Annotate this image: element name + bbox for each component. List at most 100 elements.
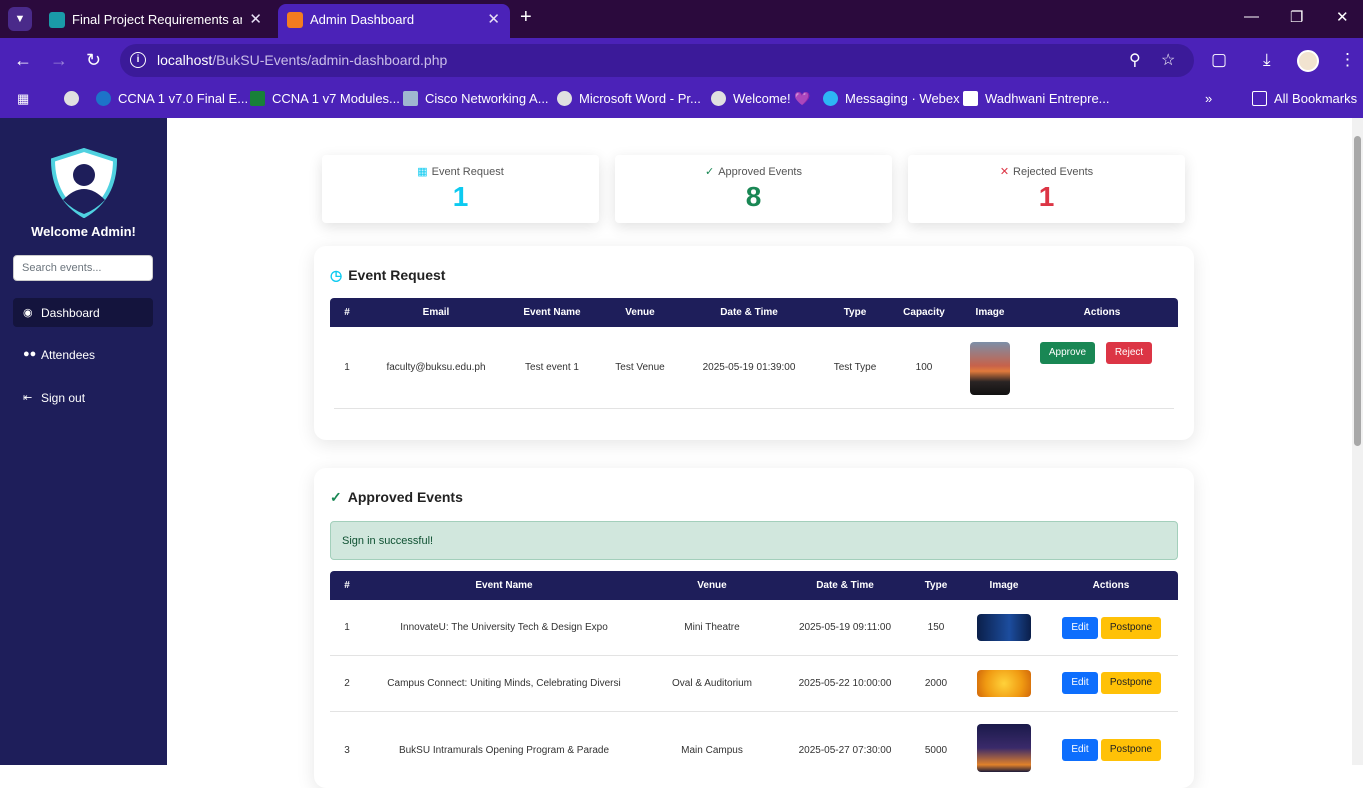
- cell-datetime: 2025-05-27 07:30:00: [798, 745, 892, 756]
- bookmark-item[interactable]: CCNA 1 v7 Modules...: [250, 91, 400, 106]
- cell-capacity: 100: [915, 362, 933, 373]
- extensions-icon[interactable]: ▢: [1211, 50, 1227, 70]
- back-icon[interactable]: ←: [14, 50, 32, 71]
- scrollbar-thumb[interactable]: [1354, 136, 1361, 446]
- col-header: Image: [975, 307, 1005, 318]
- col-header: Event Name: [475, 580, 533, 591]
- row-divider: [330, 655, 1178, 656]
- tab-final-project[interactable]: Final Project Requirements and ✕: [40, 4, 272, 38]
- postpone-button[interactable]: Postpone: [1101, 672, 1161, 694]
- approved-events-card: ✓ Approved Events Sign in successful! # E…: [314, 468, 1194, 788]
- url-text[interactable]: localhost/BukSU-Events/admin-dashboard.p…: [157, 52, 447, 68]
- col-header: Venue: [625, 307, 655, 318]
- stat-approved-events: ✓ Approved Events 8: [615, 155, 892, 223]
- apps-grid-icon[interactable]: ▦: [17, 91, 29, 107]
- globe-icon[interactable]: [64, 91, 86, 106]
- col-header: Venue: [697, 580, 727, 591]
- admin-shield-avatar-icon: [50, 148, 118, 218]
- chevron-right-icon[interactable]: »: [1205, 91, 1212, 106]
- event-image-thumbnail[interactable]: [977, 614, 1031, 641]
- bookmark-item[interactable]: Welcome! 💜: [711, 91, 810, 107]
- profile-avatar[interactable]: [1297, 50, 1319, 72]
- sidebar-item-label: Sign out: [41, 391, 86, 405]
- col-header: Event Name: [523, 307, 581, 318]
- globe-icon: [557, 91, 572, 106]
- close-tab-icon[interactable]: ✕: [249, 10, 262, 28]
- col-header: Type: [924, 580, 948, 591]
- search-input[interactable]: [13, 255, 153, 281]
- netacad-icon: [250, 91, 265, 106]
- download-icon[interactable]: ⤓: [1263, 50, 1271, 70]
- approved-events-title: ✓ Approved Events: [330, 489, 463, 505]
- menu-dots-icon[interactable]: ⋮: [1339, 50, 1356, 70]
- cell-venue: Oval & Auditorium: [671, 678, 753, 689]
- event-image-thumbnail[interactable]: [970, 342, 1010, 395]
- col-header: Actions: [1083, 307, 1121, 318]
- close-tab-icon[interactable]: ✕: [487, 10, 500, 28]
- tab-search-button[interactable]: ▼: [8, 7, 32, 31]
- bookmark-item[interactable]: CCNA 1 v7.0 Final E...: [96, 91, 248, 106]
- stat-value: 8: [745, 181, 762, 212]
- bookmark-item[interactable]: Wadhwani Entrepre...: [963, 91, 1110, 106]
- new-tab-button[interactable]: +: [520, 6, 532, 29]
- alert-text: Sign in successful!: [342, 535, 434, 547]
- stat-label: Approved Events: [718, 166, 802, 178]
- event-request-table-header: # Email Event Name Venue Date & Time Typ…: [330, 298, 1178, 327]
- tab-admin-dashboard[interactable]: Admin Dashboard ✕: [278, 4, 510, 38]
- bookmark-star-icon[interactable]: ☆: [1161, 50, 1175, 70]
- edit-button[interactable]: Edit: [1062, 739, 1098, 761]
- cell-num: 1: [344, 362, 350, 373]
- bookmark-item[interactable]: Messaging · Webex: [823, 91, 960, 106]
- minimize-icon[interactable]: —: [1244, 8, 1259, 25]
- edit-button[interactable]: Edit: [1062, 617, 1098, 639]
- classroom-favicon-icon: [49, 12, 65, 28]
- cell-num: 2: [344, 678, 350, 689]
- check-icon: ✓: [705, 166, 715, 178]
- stat-value: 1: [452, 181, 469, 212]
- address-bar[interactable]: i localhost/BukSU-Events/admin-dashboard…: [120, 44, 1194, 77]
- tab-label: Admin Dashboard: [310, 12, 415, 27]
- webex-icon: [823, 91, 838, 106]
- postpone-button[interactable]: Postpone: [1101, 739, 1161, 761]
- edit-button[interactable]: Edit: [1062, 672, 1098, 694]
- cell-event-name: Test event 1: [525, 362, 579, 373]
- reload-icon[interactable]: ↻: [86, 50, 101, 71]
- page-scrollbar[interactable]: [1352, 118, 1363, 765]
- zoom-search-icon[interactable]: ⚲: [1129, 50, 1141, 70]
- event-request-card: ◷ Event Request # Email Event Name Venue …: [314, 246, 1194, 440]
- col-header: Capacity: [903, 307, 945, 318]
- approve-button[interactable]: Approve: [1040, 342, 1095, 364]
- sidebar-item-sign-out[interactable]: ⇤ Sign out: [13, 383, 153, 412]
- event-image-thumbnail[interactable]: [977, 670, 1031, 697]
- bookmarks-bar: ▦ CCNA 1 v7.0 Final E... CCNA 1 v7 Modul…: [0, 84, 1363, 118]
- bookmark-item[interactable]: Microsoft Word - Pr...: [557, 91, 701, 106]
- cell-type: 2000: [924, 678, 948, 689]
- col-header: Image: [989, 580, 1019, 591]
- bookmark-item[interactable]: Cisco Networking A...: [403, 91, 549, 106]
- cell-datetime: 2025-05-22 10:00:00: [798, 678, 892, 689]
- forward-icon[interactable]: →: [50, 50, 68, 71]
- dashboard-icon: ◉: [23, 307, 33, 319]
- site-info-icon[interactable]: i: [130, 52, 146, 68]
- stat-event-request: ▦ Event Request 1: [322, 155, 599, 223]
- cell-venue: Mini Theatre: [684, 622, 740, 633]
- col-header: Date & Time: [816, 580, 874, 591]
- cell-type: Test Type: [833, 362, 877, 373]
- sidebar-item-label: Attendees: [41, 348, 96, 362]
- restore-icon[interactable]: ❐: [1290, 8, 1303, 26]
- calendar-icon: ▦: [417, 166, 428, 178]
- postpone-button[interactable]: Postpone: [1101, 617, 1161, 639]
- all-bookmarks[interactable]: All Bookmarks: [1252, 91, 1357, 106]
- cell-type: 150: [927, 622, 945, 633]
- col-header: Date & Time: [720, 307, 778, 318]
- sidebar-item-attendees[interactable]: ●● Attendees: [13, 340, 153, 369]
- cell-event-name: Campus Connect: Uniting Minds, Celebrati…: [387, 678, 621, 689]
- stat-label: Rejected Events: [1013, 166, 1094, 178]
- reject-button[interactable]: Reject: [1106, 342, 1152, 364]
- col-header: Type: [843, 307, 867, 318]
- col-header: #: [344, 580, 350, 591]
- sidebar-item-dashboard[interactable]: ◉ Dashboard: [13, 298, 153, 327]
- close-window-icon[interactable]: ✕: [1336, 8, 1349, 26]
- cisco-icon: [403, 91, 418, 106]
- cell-event-name: InnovateU: The University Tech & Design …: [400, 622, 608, 633]
